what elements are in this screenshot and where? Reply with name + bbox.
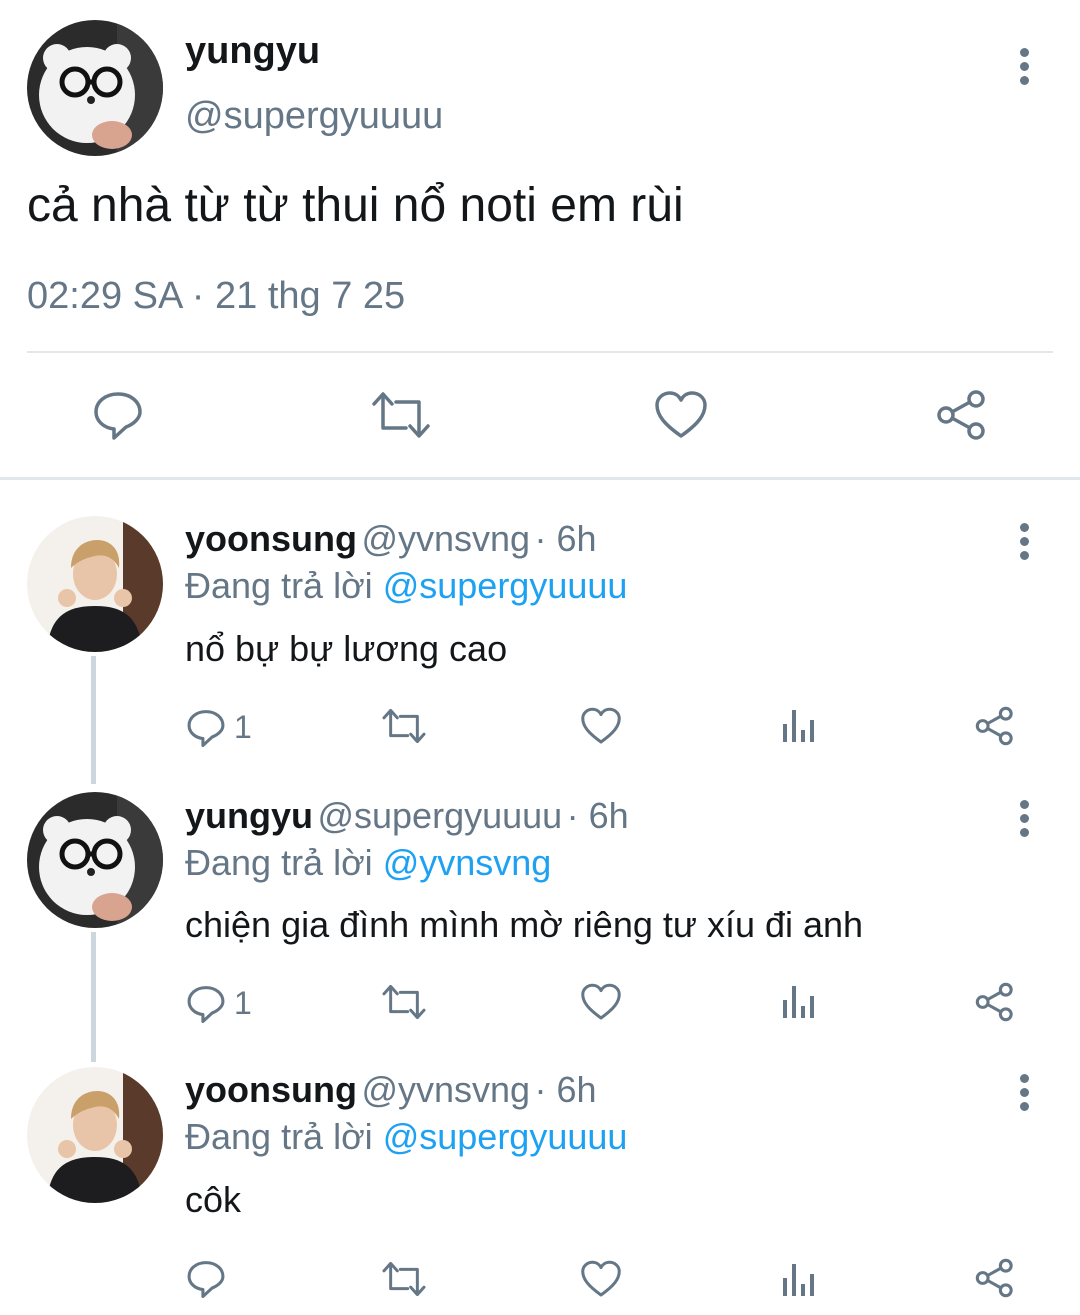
reply-handle[interactable]: @yvnsvng [361, 518, 530, 559]
like-button[interactable] [580, 1260, 622, 1298]
analytics-button[interactable] [780, 708, 816, 744]
share-icon [975, 982, 1013, 1022]
reply-button[interactable]: 1 [186, 706, 252, 748]
reply-time: · 6h [566, 795, 629, 836]
replying-to: Đang trả lời @supergyuuuu [185, 1116, 627, 1158]
analytics-icon [783, 1264, 814, 1296]
analytics-button[interactable] [780, 984, 816, 1020]
reply-count: 1 [234, 708, 252, 745]
retweet-icon [382, 708, 426, 744]
reply-time: · 6h [534, 518, 597, 559]
reply-count: 1 [234, 984, 252, 1021]
share-icon [975, 706, 1013, 746]
share-button[interactable] [975, 706, 1015, 746]
avatar-yoonsung[interactable] [27, 516, 163, 652]
reply-button[interactable]: 1 [186, 982, 252, 1024]
share-icon [975, 1258, 1013, 1298]
reply-display-name[interactable]: yoonsung [185, 518, 357, 559]
share-button[interactable] [936, 389, 988, 441]
reply-button[interactable] [92, 388, 144, 440]
share-button[interactable] [975, 982, 1015, 1022]
reply-header: yungyu @supergyuuuu · 6h [185, 795, 629, 837]
retweet-icon [382, 984, 426, 1020]
reply-text: chiện gia đình mình mờ riêng tư xíu đi a… [185, 904, 864, 945]
like-icon [581, 1260, 621, 1297]
thread-line [91, 656, 96, 784]
avatar-yungyu[interactable] [27, 20, 163, 156]
replying-prefix: Đang trả lời [185, 1116, 373, 1157]
reply-icon [187, 986, 225, 1023]
tweet-timestamp: 02:29 SA · 21 thg 7 25 [27, 275, 406, 317]
more-options-icon[interactable] [1020, 800, 1032, 842]
display-name[interactable]: yungyu [185, 30, 320, 73]
retweet-button[interactable] [381, 983, 427, 1021]
replying-prefix: Đang trả lời [185, 565, 373, 606]
reply-time: · 6h [534, 1069, 597, 1110]
more-options-icon[interactable] [1020, 48, 1032, 90]
like-button[interactable] [654, 390, 708, 440]
avatar-yungyu[interactable] [27, 792, 163, 928]
like-button[interactable] [580, 707, 622, 745]
analytics-button[interactable] [780, 1262, 816, 1298]
person-avatar-icon [27, 1067, 163, 1203]
like-icon [581, 707, 621, 744]
avatar-yoonsung[interactable] [27, 1067, 163, 1203]
reply-handle[interactable]: @supergyuuuu [317, 795, 562, 836]
tweet-text: cả nhà từ từ thui nổ noti em rùi [27, 179, 684, 232]
share-button[interactable] [975, 1258, 1015, 1298]
reply-display-name[interactable]: yungyu [185, 795, 313, 836]
section-divider [0, 477, 1080, 480]
reply-header: yoonsung @yvnsvng · 6h [185, 1069, 597, 1111]
analytics-icon [783, 710, 814, 742]
reply-icon [187, 1261, 225, 1298]
analytics-icon [783, 986, 814, 1018]
replying-to: Đang trả lời @supergyuuuu [185, 565, 627, 607]
reply-handle[interactable]: @yvnsvng [361, 1069, 530, 1110]
reply-header: yoonsung @yvnsvng · 6h [185, 518, 597, 560]
more-options-icon[interactable] [1020, 523, 1032, 565]
reply-icon [187, 710, 225, 747]
retweet-button[interactable] [381, 1260, 427, 1298]
reply-text: côk [185, 1179, 242, 1220]
retweet-icon [372, 392, 430, 438]
reply-icon [94, 392, 142, 440]
reply-text: nổ bự bự lương cao [185, 628, 508, 669]
more-options-icon[interactable] [1020, 1074, 1032, 1116]
user-handle[interactable]: @supergyuuuu [185, 95, 443, 138]
divider [27, 351, 1053, 353]
retweet-button[interactable] [381, 707, 427, 745]
share-icon [937, 390, 985, 440]
retweet-button[interactable] [370, 390, 432, 440]
replying-mention[interactable]: @supergyuuuu [383, 565, 628, 606]
replying-mention[interactable]: @yvnsvng [383, 842, 552, 883]
bear-plush-avatar-icon [27, 20, 163, 156]
retweet-icon [382, 1261, 426, 1297]
reply-display-name[interactable]: yoonsung [185, 1069, 357, 1110]
like-icon [655, 391, 707, 438]
replying-mention[interactable]: @supergyuuuu [383, 1116, 628, 1157]
like-icon [581, 983, 621, 1020]
replying-to: Đang trả lời @yvnsvng [185, 842, 551, 884]
thread-line [91, 932, 96, 1062]
person-avatar-icon [27, 516, 163, 652]
reply-button[interactable] [186, 1257, 234, 1299]
like-button[interactable] [580, 983, 622, 1021]
replying-prefix: Đang trả lời [185, 842, 373, 883]
bear-plush-avatar-icon [27, 792, 163, 928]
